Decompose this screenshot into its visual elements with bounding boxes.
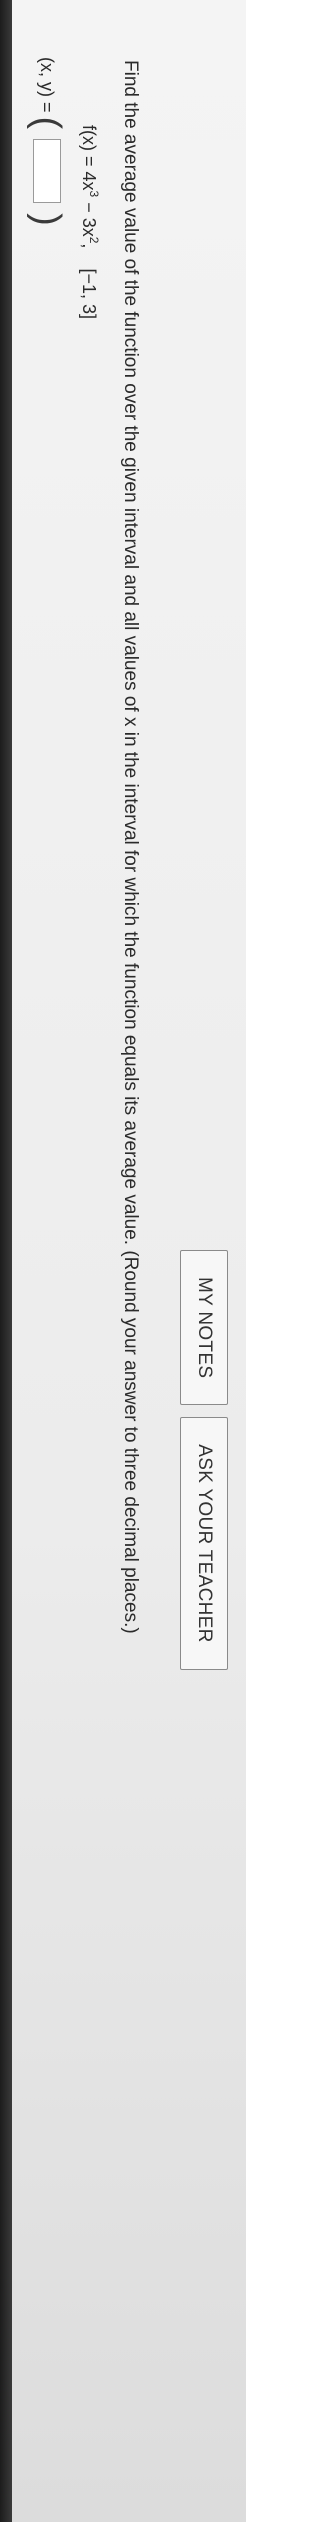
- ask-teacher-button[interactable]: ASK YOUR TEACHER: [180, 1417, 228, 1670]
- open-paren: (: [26, 116, 68, 130]
- question-panel: MY NOTES ASK YOUR TEACHER Find the avera…: [0, 0, 246, 2522]
- answer-row: (x, y) = ( ): [26, 57, 68, 230]
- function-definition: f(x) = 4x3 − 3x2, [−1, 3]: [78, 125, 101, 319]
- my-notes-button[interactable]: MY NOTES: [180, 1250, 228, 1406]
- function-sep: ,: [79, 243, 99, 249]
- answer-label: (x, y) =: [37, 57, 58, 113]
- close-paren: ): [26, 213, 68, 226]
- answer-input[interactable]: [33, 139, 61, 204]
- header-buttons: MY NOTES ASK YOUR TEACHER: [180, 1250, 228, 1670]
- function-lhs: f(x) = 4x: [79, 125, 99, 191]
- interval: [−1, 3]: [79, 268, 99, 319]
- function-mid: − 3x: [79, 197, 99, 237]
- question-prompt: Find the average value of the function o…: [120, 60, 141, 1634]
